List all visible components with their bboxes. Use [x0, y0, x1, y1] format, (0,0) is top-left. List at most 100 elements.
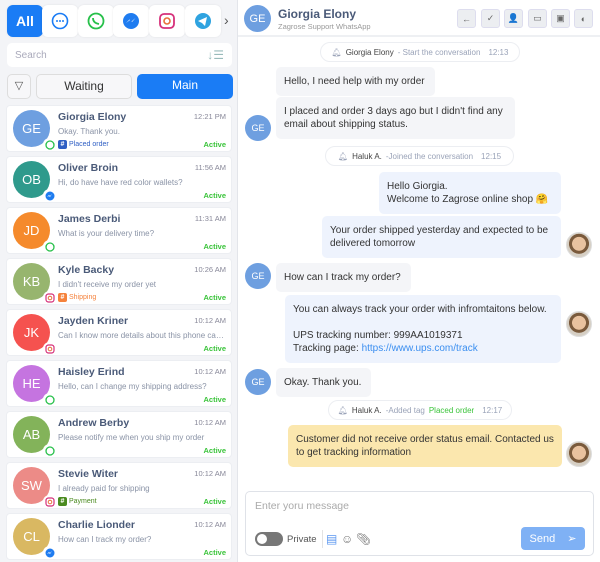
conversation-item[interactable]: KB Kyle Backy 10:26 AM I didn't receive …	[6, 258, 232, 305]
contrast-button[interactable]: ◐	[574, 9, 593, 28]
contact-name: Haisley Erind	[58, 366, 125, 378]
tab-waiting[interactable]: Waiting	[36, 74, 132, 99]
conversation-item[interactable]: OB Oliver Broin 11:56 AM Hi, do have hav…	[6, 156, 232, 203]
archive-button[interactable]: ▣	[551, 9, 570, 28]
instagram-icon	[43, 291, 56, 304]
timestamp: 11:31 AM	[194, 214, 226, 223]
sort-icon[interactable]: ↓☰	[207, 48, 224, 62]
contact-name: Andrew Berby	[58, 417, 130, 429]
tag-button[interactable]: ▭	[528, 9, 547, 28]
channel-instagram-button[interactable]	[149, 5, 185, 37]
message-preview: I didn't receive my order yet	[58, 280, 157, 289]
chevron-right-icon[interactable]: ›	[224, 12, 229, 28]
channel-name: Zagrose Support WhatsApp	[278, 22, 371, 31]
tag-badge: # Payment	[58, 497, 97, 506]
message-incoming: Hello, I need help with my order	[276, 67, 435, 96]
conversation-item[interactable]: JD James Derbi 11:31 AM What is your del…	[6, 207, 232, 254]
whatsapp-icon	[43, 138, 56, 151]
messenger-icon	[43, 546, 56, 559]
status-badge: Active	[203, 446, 226, 455]
conversation-item[interactable]: AB Andrew Berby 10:12 AM Please notify m…	[6, 411, 232, 458]
avatar: GE	[245, 115, 271, 141]
tab-main[interactable]: Main	[137, 74, 233, 99]
private-toggle[interactable]	[255, 532, 283, 546]
status-badge: Active	[203, 344, 226, 353]
timestamp: 10:12 AM	[194, 469, 226, 478]
conversation-item[interactable]: CL Charlie Lionder 10:12 AM How can I tr…	[6, 513, 232, 560]
status-badge: Active	[203, 293, 226, 302]
template-icon[interactable]: ▤	[326, 532, 337, 546]
send-button[interactable]: Send ➢	[521, 527, 585, 550]
contact-name: Jayden Kriner	[58, 315, 129, 327]
filter-icon: ▽	[14, 80, 24, 92]
conversation-item[interactable]: GE Giorgia Elony 12:21 PM Okay. Thank yo…	[6, 105, 232, 152]
message-incoming: I placed and order 3 days ago but I didn…	[276, 97, 515, 139]
timestamp: 12:21 PM	[193, 112, 226, 121]
bell-icon: 🔔︎	[331, 47, 342, 57]
channel-all-button[interactable]: All	[7, 5, 43, 37]
bell-icon: 🔔︎	[337, 151, 349, 161]
message-preview: I already paid for shipping	[58, 484, 150, 493]
avatar: GE	[245, 369, 271, 395]
message-outgoing: Hello Giorgia. Welcome to Zagrose online …	[379, 172, 561, 214]
resolve-button[interactable]: ✓	[481, 9, 500, 28]
whatsapp-icon	[43, 393, 56, 406]
timestamp: 10:12 AM	[194, 418, 226, 427]
channel-whatsapp-button[interactable]	[78, 5, 114, 37]
instagram-icon	[43, 495, 56, 508]
contact-name: James Derbi	[58, 213, 121, 225]
message-outgoing: You can always track your order with inf…	[285, 295, 561, 363]
system-event: 🔔︎ Haluk A. -Joined the conversation 12:15	[325, 146, 514, 166]
avatar: JD	[13, 212, 56, 253]
status-badge: Active	[203, 548, 226, 557]
tag-badge: # Placed order	[58, 140, 109, 149]
tracking-link[interactable]: https://www.ups.com/track	[362, 343, 478, 354]
message-input[interactable]: Enter yoru message	[255, 500, 349, 512]
whatsapp-icon	[43, 444, 56, 457]
message-incoming: Okay. Thank you.	[276, 368, 371, 397]
status-badge: Active	[203, 140, 226, 149]
tag-badge: # Shipping	[58, 293, 96, 302]
filter-button[interactable]: ▽	[7, 74, 31, 99]
avatar: GE	[245, 263, 271, 289]
message-preview: Hello, can I change my shipping address?	[58, 382, 207, 391]
contact-name: Giorgia Elony	[278, 7, 357, 21]
hash-icon: #	[58, 140, 67, 149]
timestamp: 11:56 AM	[194, 163, 226, 172]
channel-messenger-button[interactable]	[113, 5, 149, 37]
attachment-icon[interactable]: 📎︎	[356, 532, 371, 546]
message-incoming: How can I track my order?	[276, 263, 411, 292]
conversation-item[interactable]: JK Jayden Kriner 10:12 AM Can I know mor…	[6, 309, 232, 356]
status-badge: Active	[203, 191, 226, 200]
instagram-icon	[159, 13, 175, 29]
message-preview: Can I know more details about this phone…	[58, 331, 226, 340]
timestamp: 10:12 AM	[194, 520, 226, 529]
chat-bubble-icon	[51, 12, 69, 30]
conversation-sidebar: All › Search ↓☰ ▽ Waiting Main GE Giorgia…	[0, 0, 238, 562]
message-preview: How can I track my order?	[58, 535, 152, 544]
conversation-item[interactable]: HE Haisley Erind 10:12 AM Hello, can I c…	[6, 360, 232, 407]
assign-button[interactable]: 👤	[504, 9, 523, 28]
whatsapp-icon	[43, 240, 56, 253]
message-preview: Hi, do have have red color wallets?	[58, 178, 183, 187]
emoji-icon[interactable]: ☺	[341, 532, 353, 546]
contact-name: Stevie Witer	[58, 468, 119, 480]
whatsapp-icon	[87, 12, 105, 30]
check-icon: ✓	[486, 13, 495, 23]
divider	[322, 530, 323, 548]
back-arrow-icon: ←	[462, 13, 471, 24]
message-preview: Okay. Thank you.	[58, 127, 120, 136]
back-button[interactable]: ←	[457, 9, 476, 28]
agent-avatar	[566, 232, 592, 258]
status-badge: Active	[203, 497, 226, 506]
telegram-icon	[195, 13, 211, 29]
search-input[interactable]: Search ↓☰	[7, 43, 232, 67]
contact-name: Charlie Lionder	[58, 519, 136, 531]
status-badge: Active	[203, 242, 226, 251]
avatar: CL	[13, 518, 56, 559]
avatar: JK	[13, 314, 56, 355]
conversation-item[interactable]: SW Stevie Witer 10:12 AM I already paid …	[6, 462, 232, 509]
channel-chat-button[interactable]	[42, 5, 78, 37]
channel-telegram-button[interactable]	[185, 5, 221, 37]
contact-name: Giorgia Elony	[58, 111, 127, 123]
